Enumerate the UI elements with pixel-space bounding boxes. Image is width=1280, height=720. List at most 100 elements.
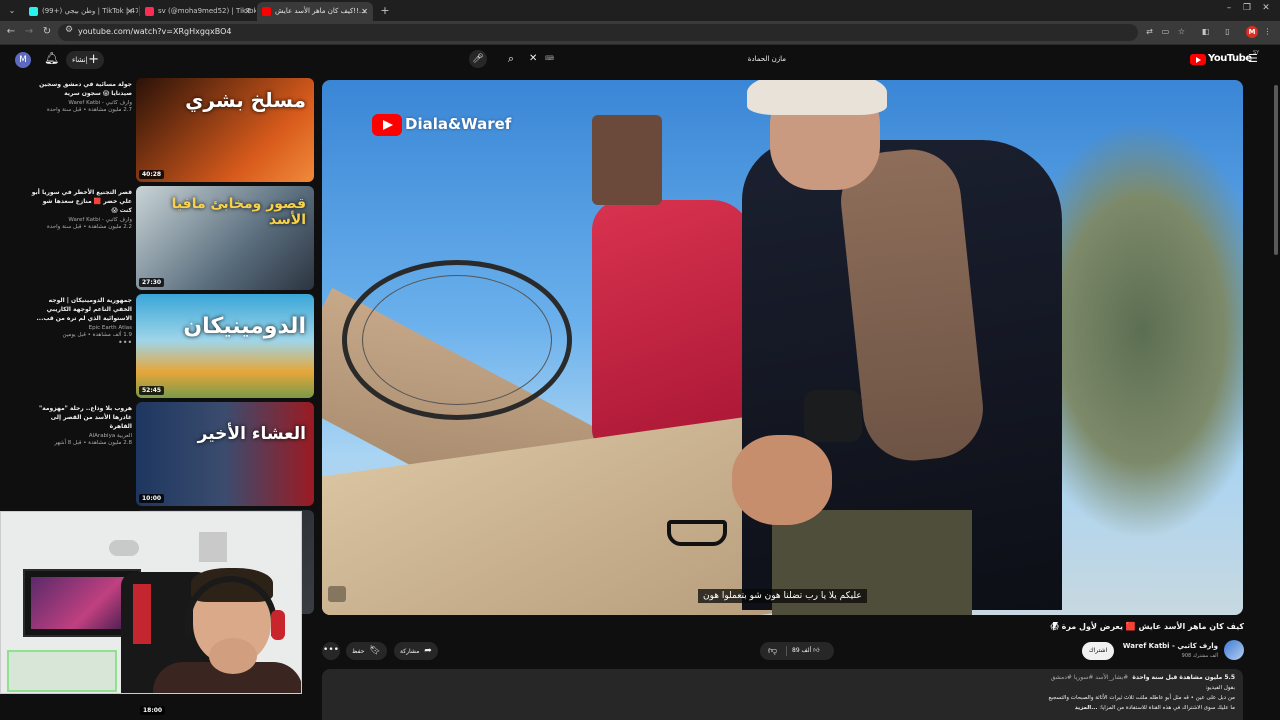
more-actions-icon[interactable]: •••: [118, 338, 132, 347]
browser-profile-avatar[interactable]: M: [1246, 26, 1258, 38]
like-count: 89 ألف: [792, 647, 812, 654]
create-button[interactable]: إنشاء +: [66, 51, 104, 69]
related-video-title[interactable]: هروب بلا وداع.. رحلة "مهزومة" غادرها الأ…: [30, 404, 132, 431]
youtube-favicon-icon: [262, 7, 271, 16]
browser-tab-1[interactable]: (99+) وطن بيجي | TikTok | 476 ✕: [24, 2, 138, 21]
subscriber-count: 908 ألف مشترك: [1181, 653, 1218, 659]
restore-icon[interactable]: ❐: [1240, 3, 1254, 13]
browser-toolbar: ← → ↻ ⚙ youtube.com/watch?v=XRgHxgqxBO4 …: [0, 21, 1280, 45]
bookmark-star-icon[interactable]: ☆: [1176, 26, 1187, 37]
like-button[interactable]: 89 ألف 👍︎: [792, 642, 819, 660]
browser-menu-icon[interactable]: ⋮: [1262, 26, 1273, 37]
related-video-item[interactable]: قصر التجنيع الأخطر في سوريا أبو علي خضر …: [0, 186, 320, 290]
notifications-bell-icon[interactable]: 🔔︎: [44, 51, 59, 65]
site-info-icon[interactable]: ⚙: [65, 25, 73, 35]
thumbnail-overlay-text: العشاء الأخير: [197, 424, 306, 444]
forward-icon[interactable]: →: [22, 25, 36, 39]
video-player[interactable]: Diala&Waref عليكم يلا يا رب تضلنا هون شو…: [322, 80, 1243, 615]
related-video-channel[interactable]: وارف كاتبي - Waref Katbi: [30, 217, 132, 223]
related-video-stats: 1.9 ألف مشاهدة • قبل يومين: [62, 332, 132, 338]
channel-name[interactable]: وارف كاتبي - Waref Katbi: [1123, 642, 1218, 650]
more-actions-button[interactable]: •••: [322, 642, 340, 660]
description-line: ما عليك سوى الاشتراك في هذه القناة للاست…: [1074, 705, 1235, 711]
tiktok-favicon-icon: [29, 7, 38, 16]
description-line: بقول الفيديو:: [1205, 685, 1235, 691]
reload-icon[interactable]: ↻: [40, 25, 54, 39]
like-icon: 👍︎: [813, 647, 820, 654]
related-video-channel[interactable]: وارف كاتبي - Waref Katbi: [30, 100, 132, 106]
cast-icon[interactable]: ▭: [1160, 26, 1171, 37]
browser-tab-strip: ⌄ (99+) وطن بيجي | TikTok | 476 ✕ sv (@m…: [0, 0, 1280, 21]
tab-label: (99+) وطن بيجي | TikTok | 476: [42, 7, 138, 15]
sunglasses: [667, 520, 727, 546]
related-video-thumbnail[interactable]: قصور ومخابئ مافيا الأسد 27:30: [136, 186, 314, 290]
wall-decoration: [109, 540, 139, 556]
related-video-title[interactable]: جمهورية الدومينيكان | الوجه الخفي الناعم…: [30, 296, 132, 323]
address-bar[interactable]: ⚙ youtube.com/watch?v=XRgHxgqxBO4: [58, 24, 1138, 41]
tab-label: sv (@moha9med52) | TikTok: [158, 7, 256, 15]
translate-icon[interactable]: ⇄: [1144, 26, 1155, 37]
dislike-icon[interactable]: 👎︎: [768, 642, 777, 660]
logo-text: YouTube: [1208, 53, 1252, 64]
close-tab-icon[interactable]: ✕: [126, 2, 133, 21]
guide-menu-icon[interactable]: ☰: [1248, 52, 1258, 65]
save-button[interactable]: حفظ 🔖︎: [346, 642, 387, 660]
show-more-link[interactable]: ...المزيد: [1075, 705, 1098, 711]
bookmark-icon: 🔖︎: [369, 646, 381, 656]
back-icon[interactable]: ←: [4, 25, 18, 39]
minimize-icon[interactable]: –: [1222, 3, 1236, 13]
duration-badge: 52:45: [139, 386, 165, 395]
streamer-hand: [209, 638, 257, 674]
tv-stand: [7, 650, 117, 692]
search-icon[interactable]: ⌕: [500, 50, 522, 68]
close-window-icon[interactable]: ✕: [1259, 3, 1273, 13]
share-label: مشاركة: [400, 648, 420, 655]
video-title: كيف كان ماهر الأسد عايش 🟥 يعرض لأول مرة …: [1050, 622, 1244, 631]
share-icon: ➦: [424, 646, 432, 656]
plus-icon: +: [88, 52, 99, 67]
related-video-title[interactable]: جولة مسائية في دمشق وسجين صيدنايا 😱 سجون…: [30, 80, 132, 98]
related-video-item[interactable]: هروب بلا وداع.. رحلة "مهزومة" غادرها الأ…: [0, 402, 320, 506]
url-text: youtube.com/watch?v=XRgHxgqxBO4: [78, 27, 232, 36]
account-avatar[interactable]: M: [15, 52, 31, 68]
related-video-stats: 2.2 مليون مشاهدة • قبل سنة واحدة: [46, 224, 132, 230]
close-tab-icon[interactable]: ✕: [244, 2, 251, 21]
hashtags[interactable]: #بشار_الأسد #سوريا #دمشق: [1051, 674, 1129, 681]
subscribe-button[interactable]: اشتراك: [1082, 642, 1114, 660]
description-box[interactable]: 5.5 مليون مشاهدة قبل سنة واحدة#بشار_الأس…: [322, 669, 1243, 720]
youtube-masthead: M 🔔︎ إنشاء + 🎤︎ ⌕ ✕ ⌨ YouTube SY ☰: [0, 45, 1280, 75]
thumbnail-overlay-text: الدومينيكان: [183, 314, 306, 339]
voice-search-mic-icon[interactable]: 🎤︎: [469, 50, 487, 68]
tab-search-icon[interactable]: ⌄: [5, 4, 19, 18]
extensions-icon[interactable]: ◧: [1200, 26, 1211, 37]
save-label: حفظ: [352, 648, 365, 655]
search-input[interactable]: [542, 50, 792, 68]
share-button[interactable]: مشاركة ➦: [394, 642, 438, 660]
clear-search-icon[interactable]: ✕: [529, 50, 541, 68]
related-video-item[interactable]: جمهورية الدومينيكان | الوجه الخفي الناعم…: [0, 294, 320, 398]
related-video-thumbnail[interactable]: الدومينيكان 52:45: [136, 294, 314, 398]
sidebar-icon[interactable]: ▯: [1222, 26, 1233, 37]
webcam-overlay: [0, 511, 302, 694]
related-video-thumbnail[interactable]: العشاء الأخير 10:00: [136, 402, 314, 506]
browser-tab-2[interactable]: sv (@moha9med52) | TikTok ✕: [140, 2, 256, 21]
player-overlay-icon[interactable]: [328, 586, 346, 602]
related-video-title[interactable]: قصر التجنيع الأخطر في سوريا أبو علي خضر …: [30, 188, 132, 215]
browser-tab-3-active[interactable]: كيف كان ماهر الأسد عايش!!... ✕: [257, 2, 373, 21]
red-bag: [592, 200, 752, 450]
related-video-item[interactable]: جولة مسائية في دمشق وسجين صيدنايا 😱 سجون…: [0, 78, 320, 182]
duration-badge: 40:28: [139, 170, 165, 179]
related-video-stats: 2.7 مليون مشاهدة • قبل سنة واحدة: [46, 107, 132, 113]
scrollbar-thumb[interactable]: [1274, 85, 1278, 255]
thumbnail-overlay-text: مسلخ بشري: [185, 88, 306, 112]
close-tab-icon[interactable]: ✕: [361, 2, 368, 21]
related-video-channel[interactable]: العربية AlArabiya: [30, 433, 132, 439]
channel-row: اشتراك وارف كاتبي - Waref Katbi 908 ألف …: [1082, 640, 1244, 664]
thumbnail-overlay-text: قصور ومخابئ مافيا الأسد: [171, 196, 306, 228]
view-count-and-date: 5.5 مليون مشاهدة قبل سنة واحدة#بشار_الأس…: [1050, 674, 1235, 681]
related-video-thumbnail[interactable]: مسلخ بشري 40:28: [136, 78, 314, 182]
channel-avatar[interactable]: [1224, 640, 1244, 660]
related-video-channel[interactable]: Epic Earth Atlas: [30, 325, 132, 331]
new-tab-button[interactable]: +: [378, 2, 392, 19]
shelf: [199, 532, 227, 562]
